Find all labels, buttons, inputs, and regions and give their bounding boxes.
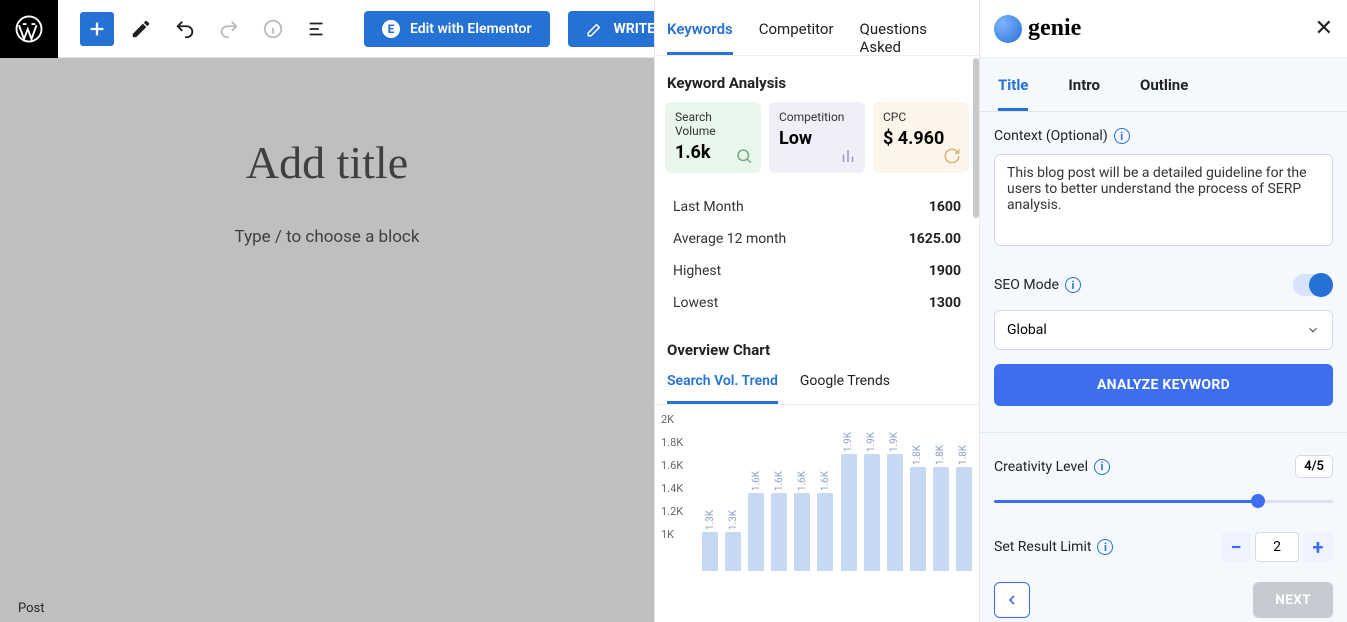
seo-mode-label: SEO Mode i — [994, 277, 1081, 293]
context-textarea[interactable] — [994, 154, 1333, 246]
outline-icon[interactable] — [300, 12, 334, 46]
wordpress-logo[interactable] — [0, 0, 58, 58]
tab-questions[interactable]: Questions Asked — [860, 20, 967, 55]
next-button[interactable]: NEXT — [1253, 582, 1333, 618]
info-icon[interactable]: i — [1097, 539, 1113, 555]
genie-icon — [994, 15, 1022, 43]
genie-logo: genie — [994, 15, 1081, 43]
add-block-button[interactable] — [80, 12, 114, 46]
dim-overlay — [0, 58, 654, 622]
increment-button[interactable]: + — [1303, 532, 1333, 562]
keyword-panel: Keywords Competitor Questions Asked Keyw… — [654, 0, 980, 622]
back-button[interactable] — [994, 582, 1030, 618]
elementor-icon: E — [382, 20, 400, 38]
decrement-button[interactable]: − — [1221, 532, 1251, 562]
metric-search-volume: Search Volume 1.6k — [665, 102, 761, 173]
tab-title[interactable]: Title — [998, 76, 1028, 111]
overview-chart-heading: Overview Chart — [655, 323, 979, 369]
info-icon[interactable]: i — [1114, 128, 1130, 144]
bars-icon — [839, 147, 857, 165]
creativity-slider[interactable] — [994, 492, 1333, 510]
info-icon[interactable]: i — [1094, 459, 1110, 475]
context-label: Context (Optional) i — [994, 128, 1333, 144]
search-icon — [735, 147, 753, 165]
edit-elementor-button[interactable]: E Edit with Elementor — [364, 11, 550, 47]
chart-tab-search-vol[interactable]: Search Vol. Trend — [667, 373, 778, 404]
metric-cpc: CPC $ 4.960 — [873, 102, 969, 173]
metric-competition: Competition Low — [769, 102, 865, 173]
chevron-down-icon — [1306, 323, 1320, 337]
info-icon[interactable]: i — [1065, 277, 1081, 293]
genie-panel: genie ✕ Title Intro Outline Context (Opt… — [980, 0, 1347, 622]
info-icon[interactable] — [256, 12, 290, 46]
chart-tab-google-trends[interactable]: Google Trends — [800, 373, 890, 404]
result-limit-label: Set Result Limit i — [994, 539, 1113, 555]
tab-outline[interactable]: Outline — [1140, 76, 1188, 111]
chevron-left-icon — [1004, 592, 1020, 608]
elementor-label: Edit with Elementor — [410, 21, 532, 37]
tab-competitor[interactable]: Competitor — [759, 20, 834, 55]
result-limit-input[interactable] — [1255, 532, 1299, 562]
search-volume-chart: 2K1.8K1.6K1.4K1.2K1K 1.3K1.3K1.6K1.6K1.6… — [655, 405, 979, 575]
result-limit-stepper: − + — [1221, 532, 1333, 562]
edit-icon[interactable] — [124, 12, 158, 46]
region-select[interactable]: Global — [994, 310, 1333, 350]
keyword-tabs: Keywords Competitor Questions Asked — [655, 0, 979, 56]
keyword-analysis-heading: Keyword Analysis — [655, 56, 979, 102]
tab-keywords[interactable]: Keywords — [667, 20, 733, 55]
analyze-keyword-button[interactable]: ANALYZE KEYWORD — [994, 364, 1333, 406]
editor-canvas: Add title Type / to choose a block Post — [0, 58, 654, 622]
creativity-label: Creativity Level i — [994, 459, 1110, 475]
refresh-icon — [943, 147, 961, 165]
redo-button[interactable] — [212, 12, 246, 46]
undo-button[interactable] — [168, 12, 202, 46]
seo-mode-toggle[interactable] — [1293, 274, 1333, 296]
stat-list: Last Month1600 Average 12 month1625.00 H… — [655, 173, 979, 323]
creativity-value: 4/5 — [1295, 455, 1333, 478]
tab-intro[interactable]: Intro — [1068, 76, 1100, 111]
close-icon[interactable]: ✕ — [1315, 16, 1333, 41]
